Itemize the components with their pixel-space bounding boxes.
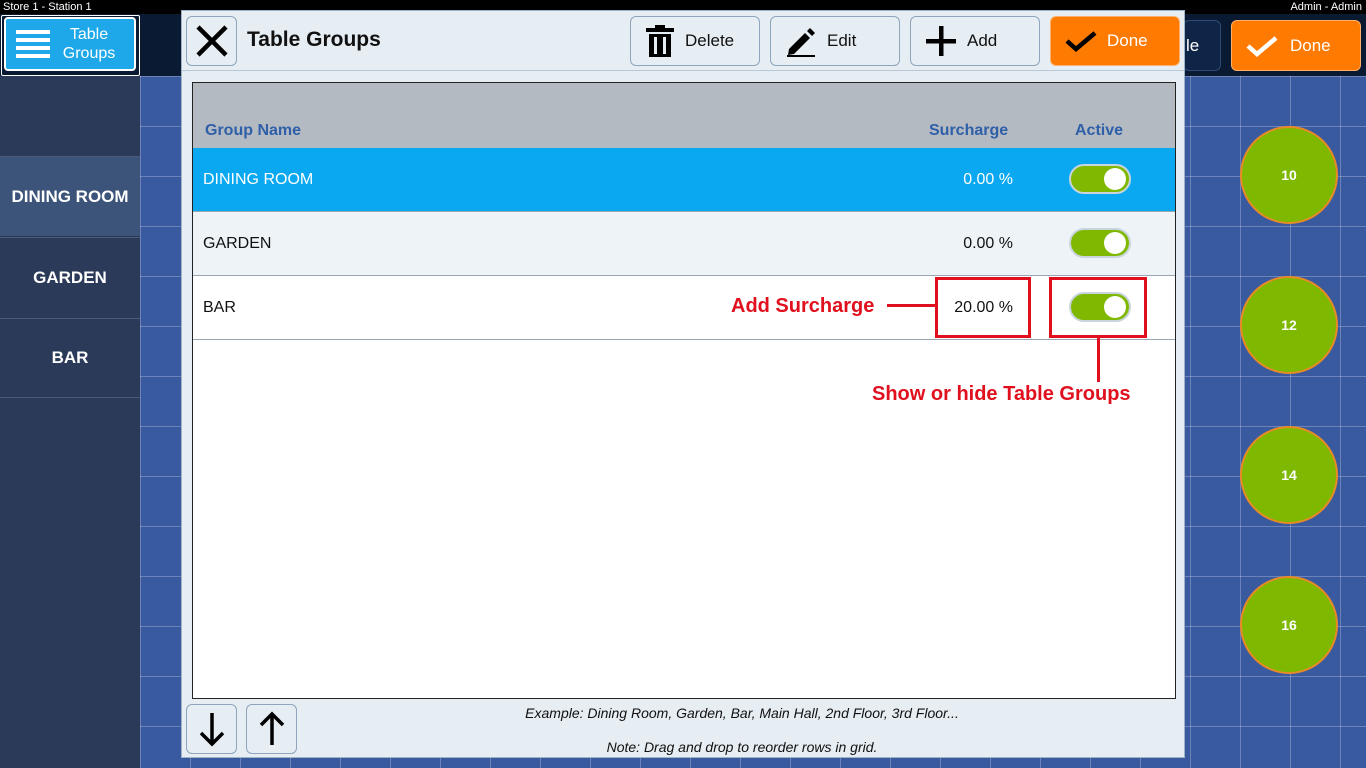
sidebar-item-dining-room[interactable]: DINING ROOM — [0, 156, 140, 236]
sidebar-item-label: DINING ROOM — [11, 186, 129, 206]
edit-button-label: Edit — [827, 31, 857, 50]
toggle-knob — [1104, 232, 1126, 254]
delete-button[interactable]: Delete — [630, 16, 760, 66]
column-header-group-name[interactable]: Group Name — [205, 122, 301, 140]
edit-button[interactable]: Edit — [770, 16, 900, 66]
surcharge-cell[interactable]: 0.00 % — [963, 235, 1013, 253]
add-button[interactable]: Add — [910, 16, 1040, 66]
station-label: Store 1 - Station 1 — [3, 1, 92, 13]
group-name-cell: GARDEN — [203, 235, 272, 252]
move-down-button[interactable] — [186, 704, 237, 754]
surcharge-annotation-line — [887, 304, 935, 307]
table-number: 16 — [1281, 617, 1297, 633]
user-label: Admin - Admin — [1290, 1, 1362, 13]
menu-icon — [16, 30, 50, 58]
table-groups-button-label: Table Groups — [60, 25, 118, 63]
close-icon — [195, 25, 228, 57]
sidebar-item-garden[interactable]: GARDEN — [0, 237, 140, 317]
table-number: 10 — [1281, 167, 1297, 183]
table-14[interactable]: 14 — [1240, 426, 1338, 524]
close-button[interactable] — [186, 16, 237, 66]
surcharge-annotation-box — [935, 277, 1031, 338]
table-groups-button[interactable]: Table Groups — [4, 17, 136, 71]
table-10[interactable]: 10 — [1240, 126, 1338, 224]
background-done-button[interactable]: Done — [1231, 20, 1361, 71]
plus-icon — [925, 25, 957, 57]
active-toggle[interactable] — [1069, 228, 1131, 258]
add-button-label: Add — [967, 31, 998, 50]
surcharge-cell[interactable]: 0.00 % — [963, 171, 1013, 189]
table-row[interactable]: GARDEN 0.00 % — [193, 212, 1175, 276]
screen: Store 1 - Station 1 Admin - Admin Table … — [0, 0, 1366, 768]
background-done-label: Done — [1290, 35, 1331, 55]
show-hide-annotation: Show or hide Table Groups — [872, 383, 1131, 405]
table-row[interactable]: DINING ROOM 0.00 % — [193, 148, 1175, 212]
done-button-label: Done — [1107, 31, 1148, 50]
checkmark-icon — [1065, 30, 1097, 52]
grid-header: Group Name Surcharge Active — [193, 83, 1175, 148]
toggle-annotation-box — [1049, 277, 1147, 338]
sidebar-item-label: BAR — [51, 348, 89, 367]
drag-note: Note: Drag and drop to reorder rows in g… — [606, 739, 878, 755]
toggle-annotation-line — [1097, 338, 1100, 382]
table-number: 12 — [1281, 317, 1297, 333]
group-name-cell: DINING ROOM — [203, 171, 314, 188]
add-surcharge-annotation: Add Surcharge — [731, 295, 875, 317]
sidebar-item-label: GARDEN — [33, 267, 107, 287]
background-button[interactable]: le — [1183, 20, 1221, 71]
table-groups-grid: Group Name Surcharge Active DINING ROOM … — [192, 82, 1176, 699]
table-groups-label-line2: Groups — [62, 45, 116, 62]
column-header-active[interactable]: Active — [1075, 122, 1123, 140]
dialog-title: Table Groups — [247, 28, 381, 51]
sidebar-item-bar[interactable]: BAR — [0, 318, 140, 398]
checkmark-icon — [1246, 35, 1278, 57]
sidebar: DINING ROOM GARDEN BAR — [0, 76, 140, 768]
done-button[interactable]: Done — [1050, 16, 1180, 66]
pencil-icon — [785, 25, 817, 57]
delete-button-label: Delete — [685, 31, 735, 50]
arrow-up-icon — [259, 711, 284, 745]
background-button-label: le — [1186, 35, 1200, 55]
trash-icon — [645, 25, 675, 57]
arrow-down-icon — [199, 713, 224, 747]
active-toggle[interactable] — [1069, 164, 1131, 194]
table-groups-label-line1: Table — [69, 26, 109, 43]
column-header-surcharge[interactable]: Surcharge — [929, 122, 1008, 140]
dialog-header: Table Groups Delete Edit Add Done — [182, 11, 1184, 71]
example-note: Example: Dining Room, Garden, Bar, Main … — [525, 705, 959, 721]
toggle-knob — [1104, 168, 1126, 190]
table-16[interactable]: 16 — [1240, 576, 1338, 674]
table-groups-dialog: Table Groups Delete Edit Add Done Group … — [181, 10, 1185, 758]
table-12[interactable]: 12 — [1240, 276, 1338, 374]
table-number: 14 — [1281, 467, 1297, 483]
group-name-cell: BAR — [203, 299, 236, 316]
move-up-button[interactable] — [246, 704, 297, 754]
